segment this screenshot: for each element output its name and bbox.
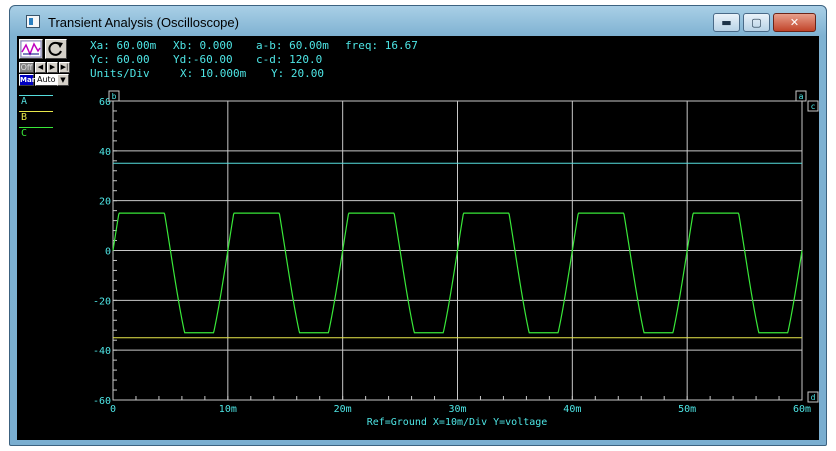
cursor-c-marker-label: c — [811, 102, 816, 111]
title-bar[interactable]: Transient Analysis (Oscilloscope) ▬ ▢ ✕ — [10, 6, 826, 36]
x-tick-label: 20m — [334, 404, 352, 415]
plot-footer-ref: Ref=Ground X=10m/Div Y=voltage — [367, 417, 548, 428]
x-tick-label: 50m — [678, 404, 696, 415]
x-tick-label: 10m — [219, 404, 237, 415]
x-tick-label: 30m — [448, 404, 466, 415]
y-tick-label: 40 — [99, 147, 111, 158]
cursor-d-marker-label: d — [811, 393, 816, 402]
maximize-button[interactable]: ▢ — [743, 13, 770, 32]
minimize-button[interactable]: ▬ — [713, 13, 740, 32]
y-tick-label: 0 — [105, 247, 111, 258]
app-icon — [26, 15, 40, 28]
oscilloscope-plot[interactable]: 0 10m 20m 30m 40m 50m 60m6040200-20-40-60b acdR… — [17, 36, 819, 440]
window-title: Transient Analysis (Oscilloscope) — [48, 15, 239, 30]
y-tick-label: -60 — [93, 396, 111, 407]
cursor-b-marker-label: b — [112, 92, 117, 101]
scope-client-area: Off ◀ ▶ ▶| Man Auto ▼ Xa: 60.00m Xb: 0.0… — [17, 36, 819, 440]
x-tick-label: 40m — [563, 404, 581, 415]
close-button[interactable]: ✕ — [773, 13, 816, 32]
y-tick-label: 20 — [99, 197, 111, 208]
y-tick-label: -40 — [93, 346, 111, 357]
y-tick-label: -20 — [93, 296, 111, 307]
cursor-a-marker-label: a — [799, 92, 804, 101]
x-tick-label: 60m — [793, 404, 811, 415]
oscilloscope-window: Transient Analysis (Oscilloscope) ▬ ▢ ✕ … — [9, 5, 827, 446]
